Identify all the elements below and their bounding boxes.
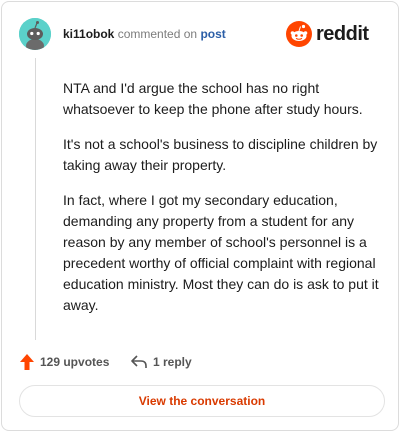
- view-conversation-button[interactable]: View the conversation: [19, 385, 385, 417]
- comment-actions: 129 upvotes 1 reply: [20, 352, 380, 372]
- reply-button[interactable]: 1 reply: [131, 352, 192, 372]
- reply-arrow-icon: [131, 355, 147, 368]
- thread-line: [35, 58, 36, 340]
- comment-paragraph-2: It's not a school's business to discipli…: [63, 136, 378, 173]
- comment-meta: ki11obok commented on post: [63, 27, 226, 41]
- username-link[interactable]: ki11obok: [63, 27, 114, 41]
- brand-wordmark: reddit: [316, 23, 369, 45]
- comment-paragraph-1: NTA and I'd argue the school has no righ…: [63, 80, 363, 117]
- comment-body: NTA and I'd argue the school has no righ…: [63, 78, 385, 330]
- comment-header: ki11obok commented on post reddit: [19, 18, 382, 50]
- comment-paragraph-3: In fact, where I got my secondary educat…: [63, 192, 379, 313]
- post-link[interactable]: post: [200, 27, 225, 41]
- upvote-button[interactable]: 129 upvotes: [20, 352, 109, 372]
- upvote-arrow-icon: [20, 354, 34, 370]
- action-text: commented on: [117, 27, 198, 41]
- view-conversation-label: View the conversation: [138, 394, 266, 408]
- comment-embed-card: ki11obok commented on post reddit NTA an…: [1, 1, 399, 431]
- reddit-brand[interactable]: reddit: [286, 20, 382, 48]
- user-avatar-icon[interactable]: [19, 18, 51, 50]
- reddit-logo-icon: [286, 21, 312, 47]
- reply-count: 1 reply: [153, 355, 192, 369]
- upvote-count: 129 upvotes: [40, 355, 110, 369]
